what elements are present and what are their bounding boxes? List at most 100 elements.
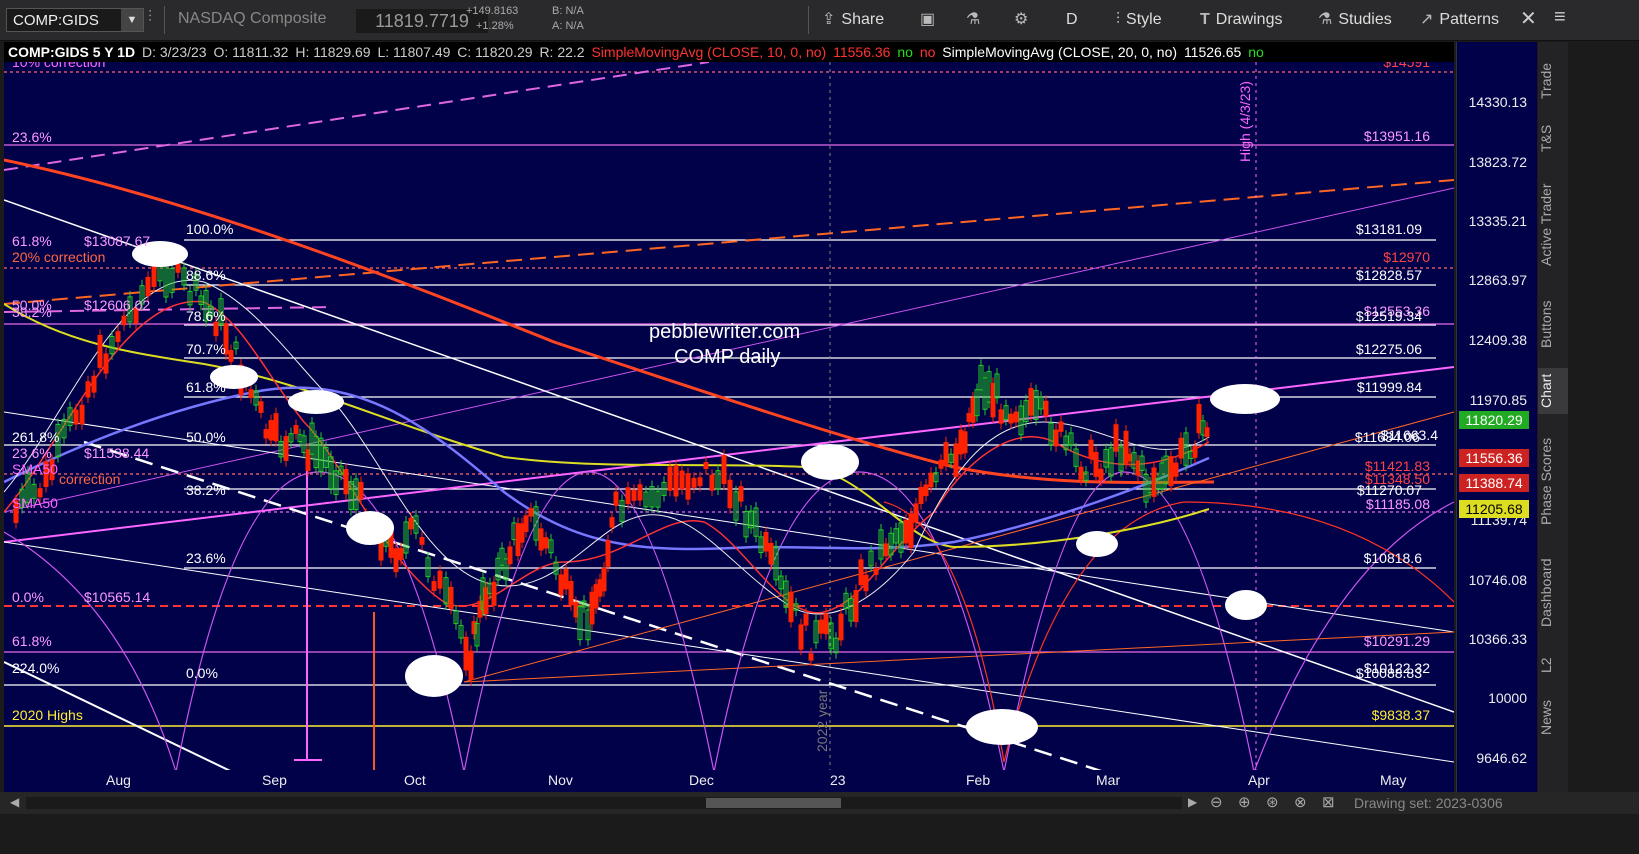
legend-close: C: 11820.29 <box>457 44 533 60</box>
zoom-out-icon[interactable]: ⊖ <box>1210 793 1223 811</box>
fib-618: 61.8% <box>186 379 226 395</box>
studies-button[interactable]: ⚗ Studies <box>1318 7 1392 33</box>
tab-news[interactable]: News <box>1538 692 1568 742</box>
share-label: Share <box>841 11 885 28</box>
tab-chart[interactable]: Chart <box>1538 368 1568 414</box>
candle-body <box>507 546 513 565</box>
candle-body <box>808 653 814 661</box>
y-tick: 10366.33 <box>1468 631 1527 647</box>
candle-body <box>1078 466 1084 480</box>
tab-l2[interactable]: L2 <box>1538 650 1568 680</box>
lab-button[interactable]: ⚗ <box>966 7 986 33</box>
legend-date: D: 3/23/23 <box>141 44 207 60</box>
candle-body <box>738 486 744 502</box>
candle-body <box>858 559 864 586</box>
label-10565: $10565.14 <box>84 589 150 605</box>
candle-body <box>763 531 769 552</box>
divider <box>808 6 809 34</box>
candle-body <box>145 276 151 297</box>
y-tick: 13823.72 <box>1468 154 1527 170</box>
candle-body <box>563 568 569 590</box>
candle-body <box>838 613 844 641</box>
candle-body <box>673 465 679 497</box>
tab-buttons[interactable]: Buttons <box>1538 292 1568 356</box>
label-11663: $11663.4 <box>1381 427 1439 443</box>
candle-body <box>1028 388 1034 416</box>
label-11185: $11185.08 <box>1366 496 1430 512</box>
y-tick: 12863.97 <box>1468 272 1527 288</box>
legend-no2: no <box>919 44 936 60</box>
share-button[interactable]: ⇪ Share <box>822 7 884 33</box>
chevron-down-icon[interactable]: ▼ <box>121 9 143 31</box>
zoom-fit-icon[interactable]: ⊠ <box>1322 793 1335 811</box>
legend-title: COMP:GIDS 5 Y 1D <box>8 44 136 60</box>
tab-ts[interactable]: T&S <box>1538 118 1568 158</box>
menu-icon[interactable]: ≡ <box>1554 6 1566 29</box>
snapshot-button[interactable]: ▣ <box>920 7 941 33</box>
chart-canvas: 10% correction 23.6% 61.8% $13087.67 20%… <box>4 54 1454 792</box>
candle-body <box>798 624 804 650</box>
candle-body <box>85 381 91 398</box>
tab-trade[interactable]: Trade <box>1538 56 1568 106</box>
candle-body <box>601 567 607 592</box>
time-axis[interactable]: Aug Sep Oct Nov Dec 23 Feb Mar Apr May <box>4 770 1454 792</box>
legend-sma10[interactable]: SimpleMovingAvg (CLOSE, 10, 0, no) <box>591 44 826 60</box>
scroll-left-icon[interactable]: ◀ <box>10 795 19 809</box>
legend-open: O: 11811.32 <box>213 44 289 60</box>
candle-body <box>1135 460 1141 476</box>
legend-no1: no <box>897 44 913 60</box>
price-chart[interactable]: 10% correction 23.6% 61.8% $13087.67 20%… <box>4 42 1454 792</box>
label-12828: $12828.57 <box>1356 267 1422 283</box>
candle-body <box>721 454 727 485</box>
label-12519: $12519.34 <box>1356 308 1422 324</box>
label-10818: $10818.6 <box>1364 550 1423 566</box>
tab-dashboard[interactable]: Dashboard <box>1538 548 1568 638</box>
candle-body <box>1093 451 1099 477</box>
candle-body <box>691 477 697 488</box>
style-button[interactable]: ⫶ Style <box>1116 7 1162 33</box>
link-icon[interactable]: ⫶ <box>148 9 152 27</box>
zoom-fit-icon[interactable]: ⊛ <box>1266 793 1279 811</box>
x-tick: Mar <box>1096 772 1121 788</box>
price-axis[interactable]: 14330.13 13823.72 13335.21 12863.97 1240… <box>1456 42 1537 792</box>
bid-value: B: N/A <box>552 5 584 17</box>
period-button[interactable]: D <box>1066 7 1078 33</box>
right-labels: $14591 $13951.16 $13181.09 $12970 $12828… <box>1355 54 1438 723</box>
close-icon[interactable]: ✕ <box>1520 6 1537 31</box>
drawing-set-label[interactable]: Drawing set: 2023-0306 <box>1354 795 1503 811</box>
candle-body <box>483 587 489 615</box>
horizontal-scrollbar[interactable] <box>26 797 1182 809</box>
patterns-button[interactable]: ↗ Patterns <box>1420 7 1499 33</box>
candle-body <box>468 650 474 681</box>
study-legend: COMP:GIDS 5 Y 1D D: 3/23/23 O: 11811.32 … <box>4 42 1454 62</box>
settings-button[interactable]: ⚙ <box>1014 7 1034 33</box>
scrollbar-thumb[interactable] <box>706 798 841 808</box>
side-panel: Trade T&S Active Trader Buttons Chart Ph… <box>1538 42 1568 792</box>
symbol-selector[interactable]: COMP:GIDS ▼ <box>6 8 144 32</box>
camera-icon: ▣ <box>920 11 936 28</box>
candle-body <box>268 420 274 441</box>
watermark-site: pebblewriter.com <box>649 321 800 343</box>
zoom-in-icon[interactable]: ⊕ <box>1238 793 1251 811</box>
tab-active-trader[interactable]: Active Trader <box>1538 170 1568 280</box>
bottom-bar: ◀ ▶ ⊖ ⊕ ⊛ ⊗ ⊠ Drawing set: 2023-0306 <box>0 792 1639 814</box>
fib-382: 38.2% <box>186 482 226 498</box>
candle-body <box>605 540 611 567</box>
label-11999: $11999.84 <box>1357 379 1422 395</box>
candle-body <box>873 567 879 576</box>
x-tick: Feb <box>966 772 991 788</box>
drawings-button[interactable]: T Drawings <box>1200 7 1282 33</box>
candle-body <box>448 586 454 609</box>
tab-phase-scores[interactable]: Phase Scores <box>1538 426 1568 536</box>
scroll-right-icon[interactable]: ▶ <box>1188 795 1197 809</box>
candle-body <box>283 436 289 461</box>
zoom-reset-icon[interactable]: ⊗ <box>1294 793 1307 811</box>
yellow-price-tag: 11205.68 <box>1459 500 1529 518</box>
candle-body <box>631 489 637 501</box>
watermark-title: COMP daily <box>674 346 780 368</box>
candle-body <box>393 548 399 573</box>
net-change: +149.8163 <box>466 5 519 17</box>
text-tool-icon: T <box>1200 11 1210 28</box>
legend-sma20[interactable]: SimpleMovingAvg (CLOSE, 20, 0, no) <box>942 44 1177 60</box>
candle-body <box>1013 411 1019 423</box>
